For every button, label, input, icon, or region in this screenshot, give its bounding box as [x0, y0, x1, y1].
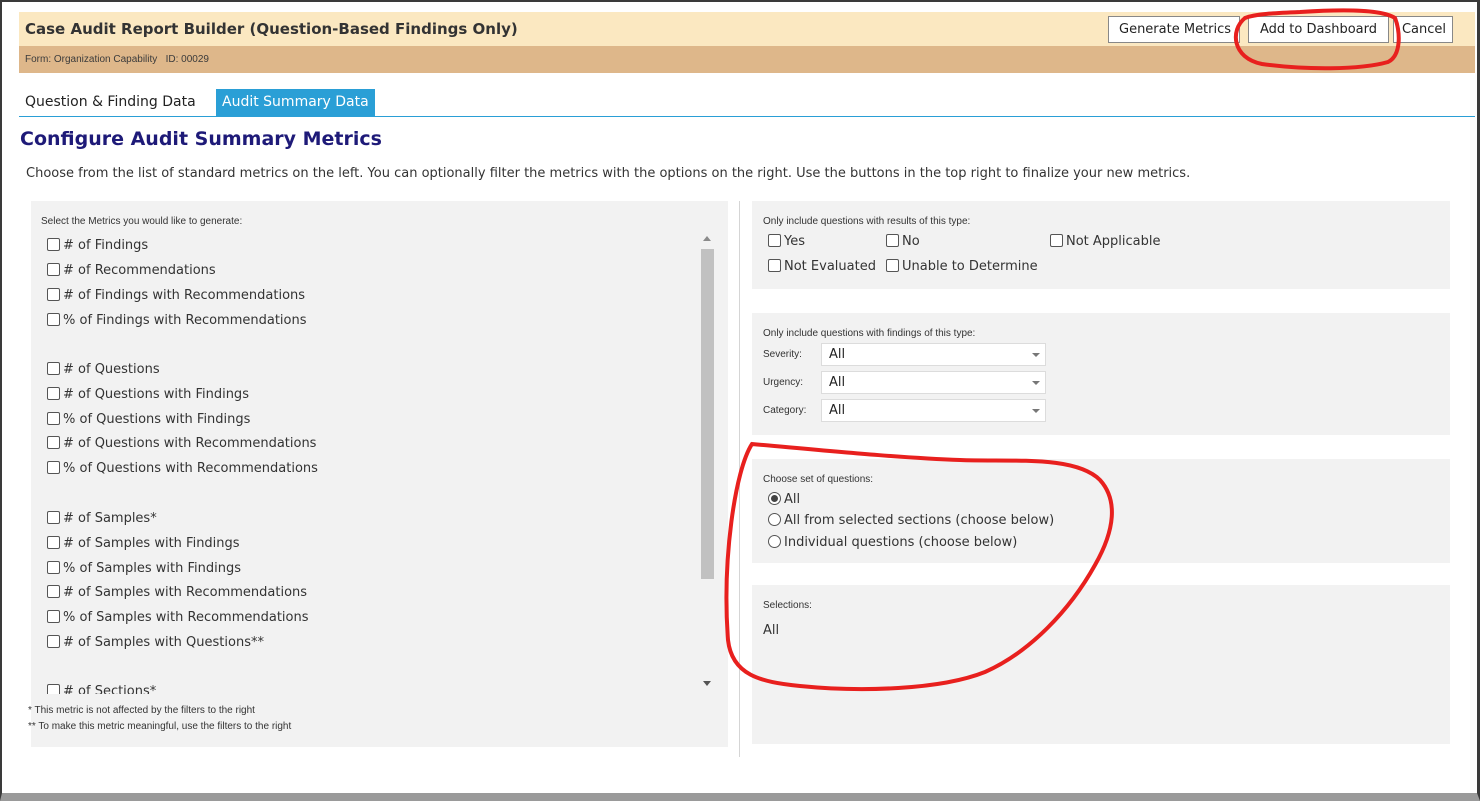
question-set-option-individual[interactable]: Individual questions (choose below): [768, 535, 1017, 550]
checkbox[interactable]: [47, 635, 60, 648]
footnote-double: ** To make this metric meaningful, use t…: [28, 721, 292, 732]
checkbox[interactable]: [47, 684, 60, 694]
selections-label: Selections:: [763, 600, 812, 611]
scroll-down-icon[interactable]: [703, 681, 711, 686]
metric-item[interactable]: # of Questions: [47, 362, 160, 382]
checkbox[interactable]: [768, 234, 781, 247]
checkbox[interactable]: [47, 561, 60, 574]
metric-item[interactable]: # of Findings: [47, 238, 148, 258]
chevron-down-icon: [1032, 353, 1040, 357]
checkbox[interactable]: [47, 536, 60, 549]
checkbox[interactable]: [1050, 234, 1063, 247]
severity-select[interactable]: All: [821, 343, 1046, 366]
checkbox[interactable]: [47, 263, 60, 276]
scroll-thumb[interactable]: [701, 249, 714, 579]
metric-item[interactable]: % of Samples with Findings: [47, 561, 241, 581]
chevron-down-icon: [1032, 381, 1040, 385]
results-filter-panel: Only include questions with results of t…: [752, 201, 1450, 289]
tab-audit-summary-data[interactable]: Audit Summary Data: [216, 89, 375, 116]
radio-button[interactable]: [768, 535, 781, 548]
checkbox[interactable]: [47, 387, 60, 400]
urgency-label: Urgency:: [763, 377, 804, 388]
result-option-no[interactable]: No: [886, 234, 920, 249]
metric-item[interactable]: % of Findings with Recommendations: [47, 313, 307, 333]
checkbox[interactable]: [47, 288, 60, 301]
checkbox[interactable]: [886, 259, 899, 272]
scroll-up-icon[interactable]: [703, 236, 711, 241]
metric-item[interactable]: % of Samples with Recommendations: [47, 610, 309, 630]
metric-item[interactable]: % of Questions with Recommendations: [47, 461, 318, 481]
generate-metrics-button[interactable]: Generate Metrics: [1108, 16, 1240, 43]
chevron-down-icon: [1032, 409, 1040, 413]
checkbox[interactable]: [47, 461, 60, 474]
radio-button[interactable]: [768, 513, 781, 526]
checkbox[interactable]: [47, 412, 60, 425]
checkbox[interactable]: [47, 436, 60, 449]
add-to-dashboard-button[interactable]: Add to Dashboard: [1248, 16, 1389, 43]
metric-item[interactable]: # of Samples with Questions**: [47, 635, 264, 655]
checkbox[interactable]: [47, 362, 60, 375]
checkbox[interactable]: [47, 238, 60, 251]
result-option-not-evaluated[interactable]: Not Evaluated: [768, 259, 876, 274]
tab-strip: Question & Finding Data Audit Summary Da…: [19, 89, 1475, 117]
metric-item[interactable]: # of Questions with Recommendations: [47, 436, 316, 456]
metric-item[interactable]: # of Questions with Findings: [47, 387, 249, 407]
question-set-option-all[interactable]: All: [768, 492, 800, 507]
radio-button[interactable]: [768, 492, 781, 505]
tab-question-finding-data[interactable]: Question & Finding Data: [19, 89, 202, 116]
metrics-scrollbar[interactable]: [699, 228, 716, 692]
category-label: Category:: [763, 405, 807, 416]
metrics-list: # of Findings # of Recommendations # of …: [47, 236, 697, 694]
section-heading: Configure Audit Summary Metrics: [20, 128, 382, 150]
metric-item[interactable]: # of Samples with Recommendations: [47, 585, 307, 605]
metric-item[interactable]: # of Findings with Recommendations: [47, 288, 305, 308]
findings-filter-panel: Only include questions with findings of …: [752, 313, 1450, 435]
selections-panel: Selections: All: [752, 585, 1450, 744]
checkbox[interactable]: [768, 259, 781, 272]
metrics-label: Select the Metrics you would like to gen…: [41, 216, 243, 227]
form-info: Form: Organization Capability ID: 00029: [25, 54, 209, 65]
checkbox[interactable]: [886, 234, 899, 247]
selections-value: All: [763, 623, 780, 638]
form-info-bar: Form: Organization Capability ID: 00029: [19, 46, 1475, 73]
question-set-option-sections[interactable]: All from selected sections (choose below…: [768, 513, 1054, 528]
urgency-select[interactable]: All: [821, 371, 1046, 394]
severity-label: Severity:: [763, 349, 802, 360]
metric-item[interactable]: # of Samples*: [47, 511, 157, 531]
footnote-single: * This metric is not affected by the fil…: [28, 705, 255, 716]
checkbox[interactable]: [47, 610, 60, 623]
metric-item[interactable]: # of Sections*: [47, 684, 156, 694]
result-option-unable-to-determine[interactable]: Unable to Determine: [886, 259, 1038, 274]
checkbox[interactable]: [47, 585, 60, 598]
category-select[interactable]: All: [821, 399, 1046, 422]
checkbox[interactable]: [47, 511, 60, 524]
result-option-not-applicable[interactable]: Not Applicable: [1050, 234, 1161, 249]
checkbox[interactable]: [47, 313, 60, 326]
instructions-text: Choose from the list of standard metrics…: [26, 166, 1191, 181]
metric-item[interactable]: # of Samples with Findings: [47, 536, 240, 556]
question-set-label: Choose set of questions:: [763, 474, 874, 485]
page-title: Case Audit Report Builder (Question-Base…: [25, 20, 518, 38]
metric-item[interactable]: # of Recommendations: [47, 263, 216, 283]
metrics-panel: Select the Metrics you would like to gen…: [28, 201, 728, 747]
results-filter-label: Only include questions with results of t…: [763, 216, 971, 227]
result-option-yes[interactable]: Yes: [768, 234, 805, 249]
cancel-button[interactable]: Cancel: [1393, 16, 1453, 43]
metric-item[interactable]: % of Questions with Findings: [47, 412, 250, 432]
question-set-panel: Choose set of questions: All All from se…: [752, 459, 1450, 563]
findings-filter-label: Only include questions with findings of …: [763, 328, 976, 339]
panel-divider: [739, 201, 740, 757]
